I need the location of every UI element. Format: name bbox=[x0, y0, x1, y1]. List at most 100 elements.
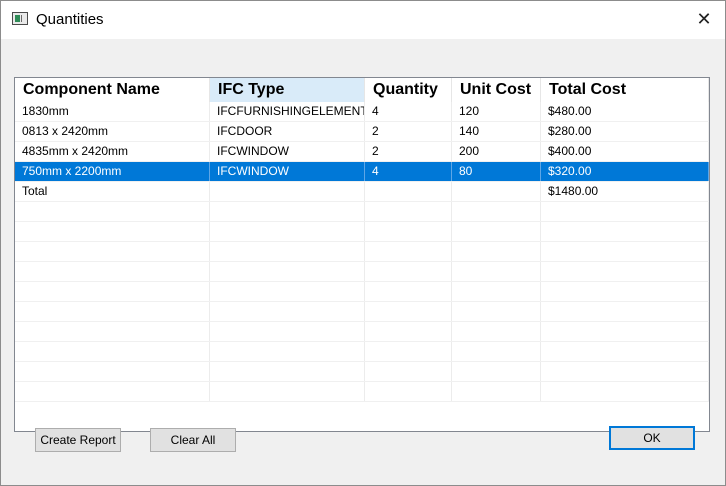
cell-component-name[interactable]: 750mm x 2200mm bbox=[15, 162, 210, 181]
window-app-icon bbox=[12, 12, 28, 25]
empty-cell bbox=[15, 242, 210, 261]
empty-cell bbox=[365, 362, 452, 381]
empty-cell bbox=[541, 302, 709, 321]
column-header-total-cost[interactable]: Total Cost bbox=[541, 78, 709, 102]
empty-cell bbox=[365, 382, 452, 401]
table-row[interactable]: 750mm x 2200mm IFCWINDOW 4 80 $320.00 bbox=[15, 162, 709, 182]
cell-total-cost[interactable]: $280.00 bbox=[541, 122, 709, 141]
cell-ifc-type[interactable] bbox=[210, 182, 365, 201]
empty-table-row bbox=[15, 302, 709, 322]
quantities-dialog: Quantities ✕ Component Name IFC Type Qua… bbox=[0, 0, 726, 486]
cell-component-name[interactable]: 0813 x 2420mm bbox=[15, 122, 210, 141]
column-header-unit-cost[interactable]: Unit Cost bbox=[452, 78, 541, 102]
column-header-ifc-type[interactable]: IFC Type bbox=[210, 78, 365, 102]
empty-table-row bbox=[15, 322, 709, 342]
empty-cell bbox=[365, 282, 452, 301]
cell-component-name[interactable]: 1830mm bbox=[15, 102, 210, 121]
empty-cell bbox=[15, 342, 210, 361]
empty-cell bbox=[365, 222, 452, 241]
empty-table-row bbox=[15, 242, 709, 262]
empty-table-row bbox=[15, 282, 709, 302]
empty-cell bbox=[541, 322, 709, 341]
empty-cell bbox=[541, 362, 709, 381]
empty-cell bbox=[210, 382, 365, 401]
empty-table-row bbox=[15, 342, 709, 362]
cell-total-cost[interactable]: $480.00 bbox=[541, 102, 709, 121]
cell-component-name[interactable]: Total bbox=[15, 182, 210, 201]
column-header-quantity[interactable]: Quantity bbox=[365, 78, 452, 102]
cell-ifc-type[interactable]: IFCDOOR bbox=[210, 122, 365, 141]
empty-cell bbox=[452, 322, 541, 341]
empty-table-row bbox=[15, 362, 709, 382]
window-title: Quantities bbox=[36, 11, 104, 28]
empty-cell bbox=[365, 322, 452, 341]
title-bar: Quantities ✕ bbox=[1, 1, 725, 39]
empty-cell bbox=[541, 262, 709, 281]
empty-cell bbox=[365, 262, 452, 281]
empty-table-row bbox=[15, 222, 709, 242]
empty-cell bbox=[452, 242, 541, 261]
table-row[interactable]: Total $1480.00 bbox=[15, 182, 709, 202]
empty-cell bbox=[210, 202, 365, 221]
cell-quantity[interactable]: 2 bbox=[365, 142, 452, 161]
empty-cell bbox=[541, 242, 709, 261]
empty-cell bbox=[210, 282, 365, 301]
cell-ifc-type[interactable]: IFCWINDOW bbox=[210, 162, 365, 181]
cell-total-cost[interactable]: $400.00 bbox=[541, 142, 709, 161]
table-row[interactable]: 1830mm IFCFURNISHINGELEMENT 4 120 $480.00 bbox=[15, 102, 709, 122]
empty-cell bbox=[15, 222, 210, 241]
table-row[interactable]: 0813 x 2420mm IFCDOOR 2 140 $280.00 bbox=[15, 122, 709, 142]
empty-cell bbox=[541, 222, 709, 241]
empty-cell bbox=[210, 302, 365, 321]
create-report-button[interactable]: Create Report bbox=[35, 428, 121, 452]
empty-cell bbox=[541, 202, 709, 221]
cell-quantity[interactable]: 4 bbox=[365, 102, 452, 121]
table-body: 1830mm IFCFURNISHINGELEMENT 4 120 $480.00 081… bbox=[15, 102, 709, 402]
ok-button[interactable]: OK bbox=[609, 426, 695, 450]
empty-cell bbox=[541, 342, 709, 361]
cell-unit-cost[interactable] bbox=[452, 182, 541, 201]
cell-unit-cost[interactable]: 140 bbox=[452, 122, 541, 141]
cell-unit-cost[interactable]: 120 bbox=[452, 102, 541, 121]
empty-cell bbox=[15, 382, 210, 401]
empty-cell bbox=[15, 302, 210, 321]
empty-cell bbox=[452, 202, 541, 221]
empty-cell bbox=[452, 302, 541, 321]
empty-cell bbox=[452, 282, 541, 301]
empty-cell bbox=[15, 322, 210, 341]
empty-cell bbox=[452, 222, 541, 241]
column-header-component-name[interactable]: Component Name bbox=[15, 78, 210, 102]
cell-total-cost[interactable]: $1480.00 bbox=[541, 182, 709, 201]
cell-total-cost[interactable]: $320.00 bbox=[541, 162, 709, 181]
empty-cell bbox=[452, 262, 541, 281]
cell-ifc-type[interactable]: IFCWINDOW bbox=[210, 142, 365, 161]
cell-quantity[interactable]: 4 bbox=[365, 162, 452, 181]
empty-cell bbox=[365, 242, 452, 261]
cell-quantity[interactable] bbox=[365, 182, 452, 201]
empty-cell bbox=[365, 342, 452, 361]
quantities-table[interactable]: Component Name IFC Type Quantity Unit Co… bbox=[14, 77, 710, 432]
cell-ifc-type[interactable]: IFCFURNISHINGELEMENT bbox=[210, 102, 365, 121]
clear-all-button[interactable]: Clear All bbox=[150, 428, 236, 452]
empty-table-row bbox=[15, 262, 709, 282]
empty-cell bbox=[210, 222, 365, 241]
cell-component-name[interactable]: 4835mm x 2420mm bbox=[15, 142, 210, 161]
empty-table-row bbox=[15, 382, 709, 402]
empty-cell bbox=[15, 262, 210, 281]
empty-cell bbox=[15, 202, 210, 221]
close-icon[interactable]: ✕ bbox=[689, 7, 719, 33]
empty-cell bbox=[210, 242, 365, 261]
empty-cell bbox=[210, 322, 365, 341]
dialog-client-area: Component Name IFC Type Quantity Unit Co… bbox=[1, 39, 725, 485]
cell-quantity[interactable]: 2 bbox=[365, 122, 452, 141]
empty-table-row bbox=[15, 202, 709, 222]
table-row[interactable]: 4835mm x 2420mm IFCWINDOW 2 200 $400.00 bbox=[15, 142, 709, 162]
empty-cell bbox=[210, 262, 365, 281]
cell-unit-cost[interactable]: 200 bbox=[452, 142, 541, 161]
empty-cell bbox=[541, 282, 709, 301]
empty-cell bbox=[365, 302, 452, 321]
empty-cell bbox=[452, 362, 541, 381]
empty-cell bbox=[15, 282, 210, 301]
cell-unit-cost[interactable]: 80 bbox=[452, 162, 541, 181]
empty-cell bbox=[452, 342, 541, 361]
